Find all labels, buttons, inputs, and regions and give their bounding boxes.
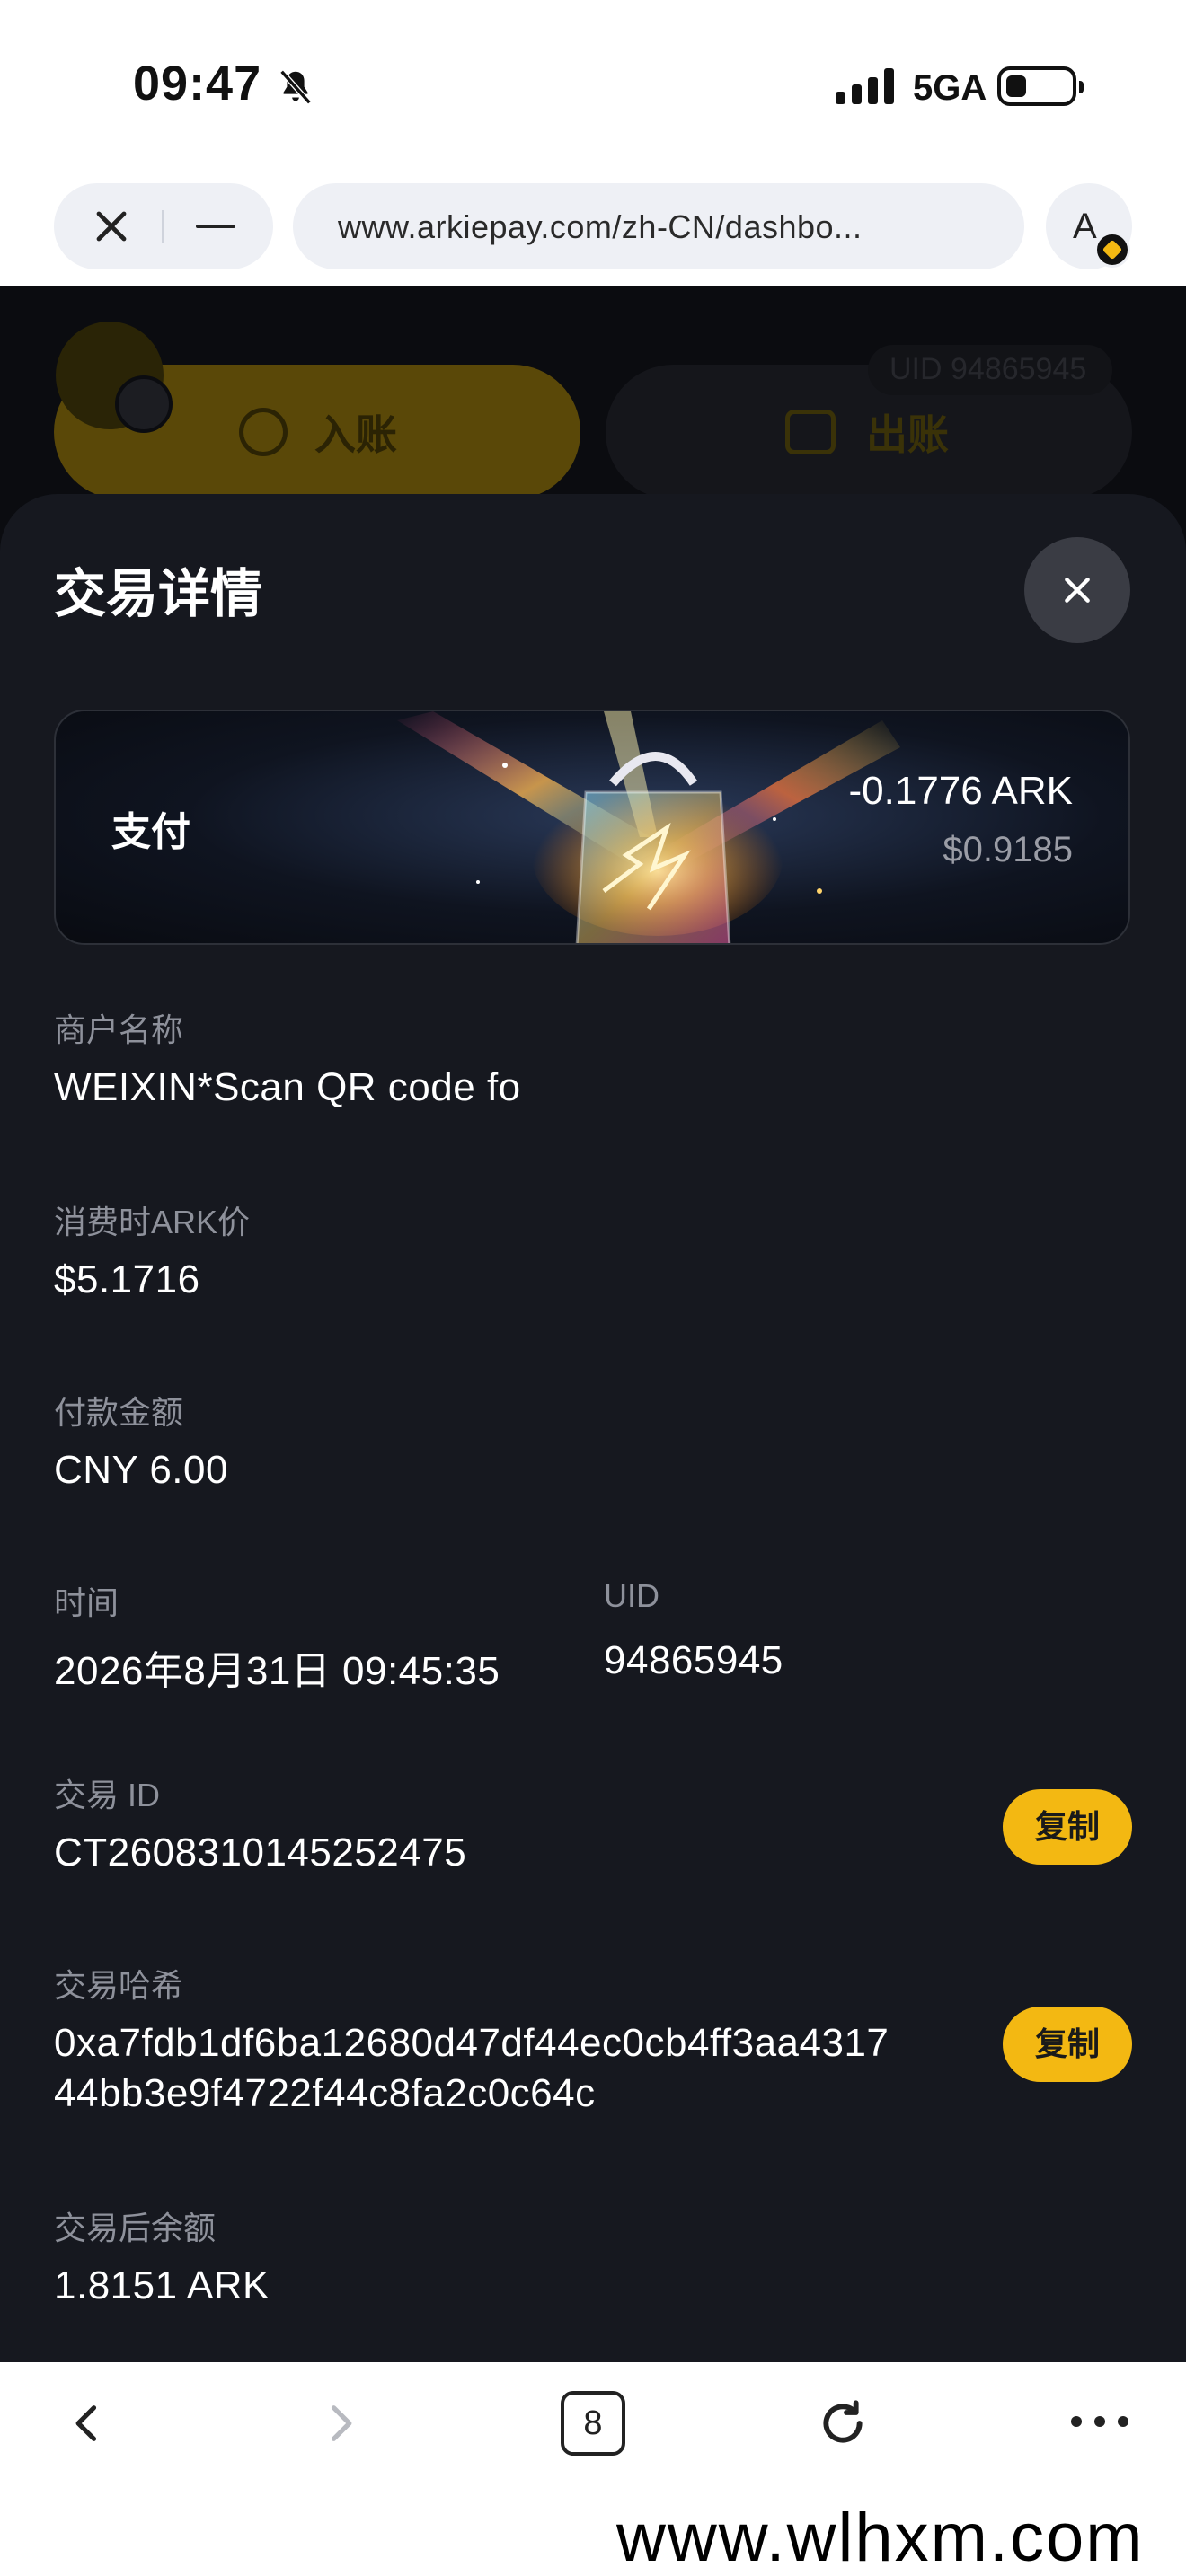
url-text: www.arkiepay.com/zh-CN/dashbo...: [338, 208, 863, 245]
bell-muted-icon: [279, 69, 312, 105]
balance-after-value: 1.8151 ARK: [54, 2263, 270, 2307]
more-icon[interactable]: [1067, 2407, 1132, 2436]
ark-price-value: $5.1716: [54, 1257, 200, 1301]
withdraw-label: 出账: [866, 411, 949, 458]
payment-amount-label: 付款金额: [54, 1394, 184, 1431]
withdraw-icon: [785, 410, 836, 454]
status-bar: 09:47 5GA: [0, 0, 1186, 171]
close-tab-icon[interactable]: [90, 205, 133, 248]
merchant-value: WEIXIN*Scan QR code fo: [54, 1065, 521, 1109]
copy-transaction-id-button[interactable]: 复制: [1003, 1789, 1132, 1865]
browser-tab-controls: [54, 183, 273, 269]
wallet-badge-icon: [1094, 232, 1130, 268]
deposit-icon: [239, 408, 288, 456]
uid-value: 94865945: [604, 1638, 783, 1682]
deposit-label: 入账: [314, 411, 397, 458]
account-initial: A: [1073, 207, 1097, 246]
transaction-detail-sheet: 交易详情 支付 -0.1776 ARK $0.9185 商户名称 WEIXIN*…: [0, 494, 1186, 2362]
transaction-id-label: 交易 ID: [54, 1777, 161, 1813]
battery-icon: [997, 66, 1084, 106]
watermark-text: www.wlhxm.com: [616, 2500, 1145, 2576]
sheet-title: 交易详情: [54, 565, 263, 623]
ark-price-label: 消费时ARK价: [54, 1204, 251, 1240]
time-value: 2026年8月31日 09:45:35: [54, 1649, 500, 1693]
close-sheet-button[interactable]: [1024, 537, 1130, 643]
back-icon[interactable]: [65, 2398, 111, 2448]
transaction-type: 支付: [111, 810, 190, 854]
tabs-count-button[interactable]: 8: [561, 2391, 625, 2456]
browser-bottom-nav: 8 www.wlhxm.com: [0, 2362, 1186, 2576]
transaction-hash-line1: 0xa7fdb1df6ba12680d47df44ec0cb4ff3aa4317: [54, 2021, 890, 2065]
minimize-icon[interactable]: [196, 225, 235, 228]
shopping-bag-illustration: [397, 711, 900, 943]
close-icon: [1065, 578, 1090, 603]
transaction-hero-card: 支付 -0.1776 ARK $0.9185: [54, 710, 1130, 945]
transaction-amount: -0.1776 ARK: [848, 769, 1074, 813]
reload-icon[interactable]: [814, 2395, 872, 2452]
avatar-badge-icon: [115, 375, 173, 433]
transaction-hash-line2: 44bb3e9f4722f44c8fa2c0c64c: [54, 2071, 596, 2115]
merchant-label: 商户名称: [54, 1011, 184, 1048]
status-time: 09:47: [133, 57, 262, 110]
forward-icon[interactable]: [316, 2398, 363, 2448]
network-type: 5GA: [913, 68, 987, 108]
transaction-hash-label: 交易哈希: [54, 1967, 184, 2004]
transaction-id-value: CT2608310145252475: [54, 1831, 467, 1875]
divider: [162, 210, 164, 243]
transaction-usd-value: $0.9185: [943, 830, 1073, 869]
payment-amount-value: CNY 6.00: [54, 1448, 228, 1492]
copy-transaction-hash-button[interactable]: 复制: [1003, 2007, 1132, 2082]
address-bar[interactable]: www.arkiepay.com/zh-CN/dashbo...: [293, 183, 1024, 269]
time-label: 时间: [54, 1584, 119, 1621]
uid-label: UID: [604, 1577, 659, 1614]
signal-icon: [836, 68, 894, 104]
account-button[interactable]: A: [1046, 183, 1132, 269]
uid-chip: UID 94865945: [868, 345, 1112, 395]
balance-after-label: 交易后余额: [54, 2210, 217, 2246]
